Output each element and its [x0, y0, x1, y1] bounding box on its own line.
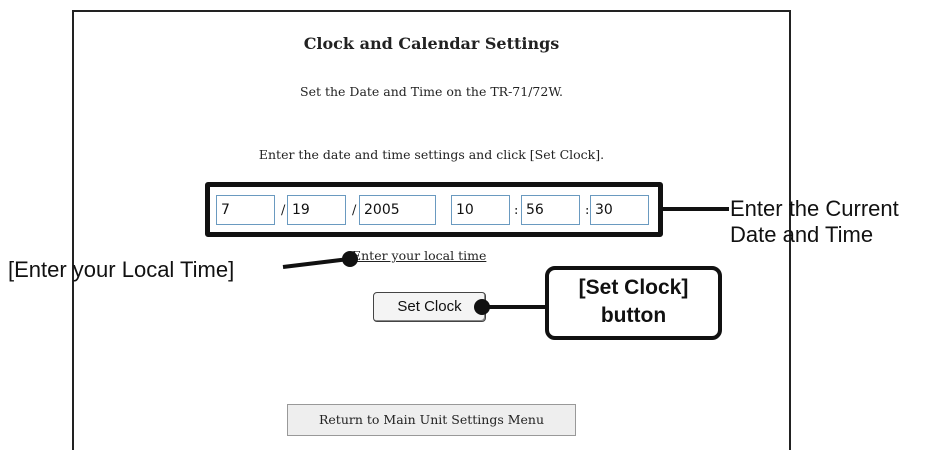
current-date-time-callout: Enter the Current Date and Time: [730, 196, 899, 248]
local-time-callout-dot: [342, 251, 358, 267]
set-clock-callout-box: [Set Clock] button: [545, 266, 722, 340]
set-clock-callout-line-2: button: [600, 304, 667, 327]
callout-line-1: Enter the Current: [730, 196, 899, 221]
set-clock-callout-dot: [474, 299, 490, 315]
local-time-callout-line: [282, 257, 350, 269]
callout-line-2: Date and Time: [730, 222, 874, 247]
local-time-callout: [Enter your Local Time]: [8, 257, 235, 282]
set-clock-callout-line-1: [Set Clock]: [578, 276, 689, 299]
